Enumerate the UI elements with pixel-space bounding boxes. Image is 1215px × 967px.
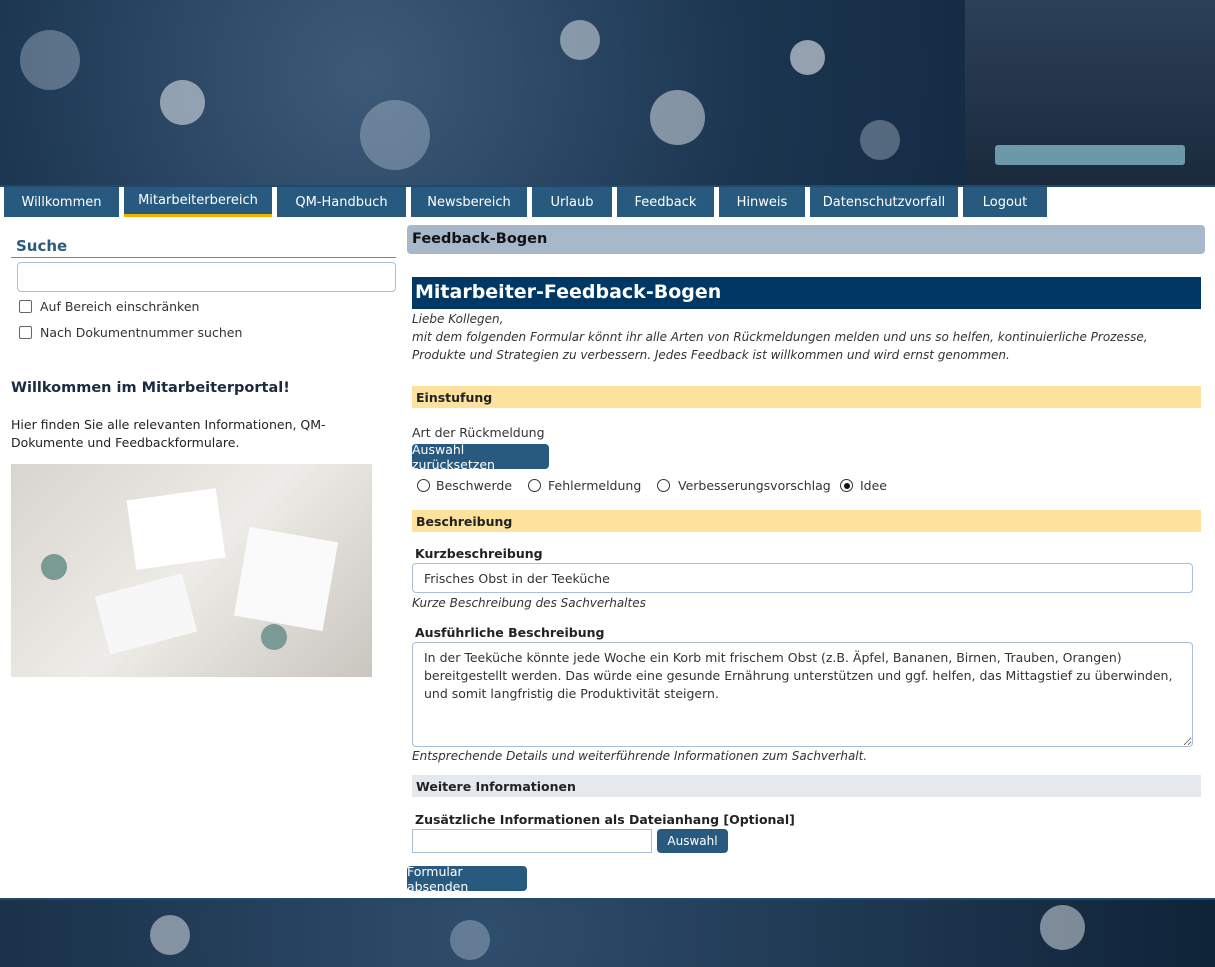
radio-label: Verbesserungsvorschlag xyxy=(678,478,831,493)
nav-hinweis[interactable]: Hinweis xyxy=(719,187,805,217)
section-einstufung: Einstufung xyxy=(412,386,1201,408)
file-input[interactable] xyxy=(412,829,652,853)
nav-willkommen[interactable]: Willkommen xyxy=(4,187,119,217)
nav-logout[interactable]: Logout xyxy=(963,187,1047,217)
section-beschreibung: Beschreibung xyxy=(412,510,1201,532)
team-meeting-image xyxy=(11,464,372,677)
welcome-title: Willkommen im Mitarbeiterportal! xyxy=(11,380,290,396)
nav-urlaub[interactable]: Urlaub xyxy=(532,187,612,217)
radio-label: Fehlermeldung xyxy=(548,478,642,493)
form-title: Mitarbeiter-Feedback-Bogen xyxy=(412,277,1201,309)
feedback-type-radios: Beschwerde Fehlermeldung Verbesserungsvo… xyxy=(412,477,1012,495)
nav-newsbereich[interactable]: Newsbereich xyxy=(411,187,527,217)
radio-idee[interactable] xyxy=(840,479,853,492)
file-label: Zusätzliche Informationen als Dateianhan… xyxy=(415,812,795,827)
search-title: Suche xyxy=(11,237,396,258)
docnum-checkbox[interactable] xyxy=(19,326,32,339)
intro-greeting: Liebe Kollegen, xyxy=(412,312,504,326)
nav-datenschutzvorfall[interactable]: Datenschutzvorfall xyxy=(810,187,958,217)
docnum-label: Nach Dokumentnummer suchen xyxy=(40,325,243,340)
radio-label: Beschwerde xyxy=(436,478,513,493)
radio-verbesserungsvorschlag[interactable] xyxy=(657,479,670,492)
restrict-area-label: Auf Bereich einschränken xyxy=(40,299,200,314)
radio-label: Idee xyxy=(860,478,888,493)
intro-text: Liebe Kollegen, mit dem folgenden Formul… xyxy=(412,310,1197,364)
section-weitere: Weitere Informationen xyxy=(412,775,1201,797)
kurz-hint: Kurze Beschreibung des Sachverhaltes xyxy=(412,596,646,610)
footer-banner xyxy=(0,898,1215,967)
search-input[interactable] xyxy=(17,262,396,292)
radio-beschwerde[interactable] xyxy=(417,479,430,492)
nav-mitarbeiterbereich[interactable]: Mitarbeiterbereich xyxy=(124,187,272,217)
lang-label: Ausführliche Beschreibung xyxy=(415,625,605,640)
nav-qm-handbuch[interactable]: QM-Handbuch xyxy=(277,187,406,217)
header-banner xyxy=(0,0,1215,187)
page-title: Feedback-Bogen xyxy=(407,225,1205,254)
art-label: Art der Rückmeldung xyxy=(412,425,545,440)
ausfuehrliche-beschreibung-textarea[interactable]: In der Teeküche könnte jede Woche ein Ko… xyxy=(412,642,1193,747)
reset-selection-button[interactable]: Auswahl zurücksetzen xyxy=(412,442,549,472)
nav-feedback[interactable]: Feedback xyxy=(617,187,714,217)
welcome-text: Hier finden Sie alle relevanten Informat… xyxy=(11,417,326,450)
intro-body: mit dem folgenden Formular könnt ihr all… xyxy=(412,330,1148,362)
file-select-button[interactable]: Auswahl xyxy=(657,829,728,853)
restrict-area-checkbox[interactable] xyxy=(19,300,32,313)
lang-hint: Entsprechende Details und weiterführende… xyxy=(412,749,868,763)
submit-form-button[interactable]: Formular absenden xyxy=(407,864,527,894)
kurzbeschreibung-input[interactable] xyxy=(412,563,1193,593)
kurz-label: Kurzbeschreibung xyxy=(415,546,543,561)
radio-fehlermeldung[interactable] xyxy=(528,479,541,492)
